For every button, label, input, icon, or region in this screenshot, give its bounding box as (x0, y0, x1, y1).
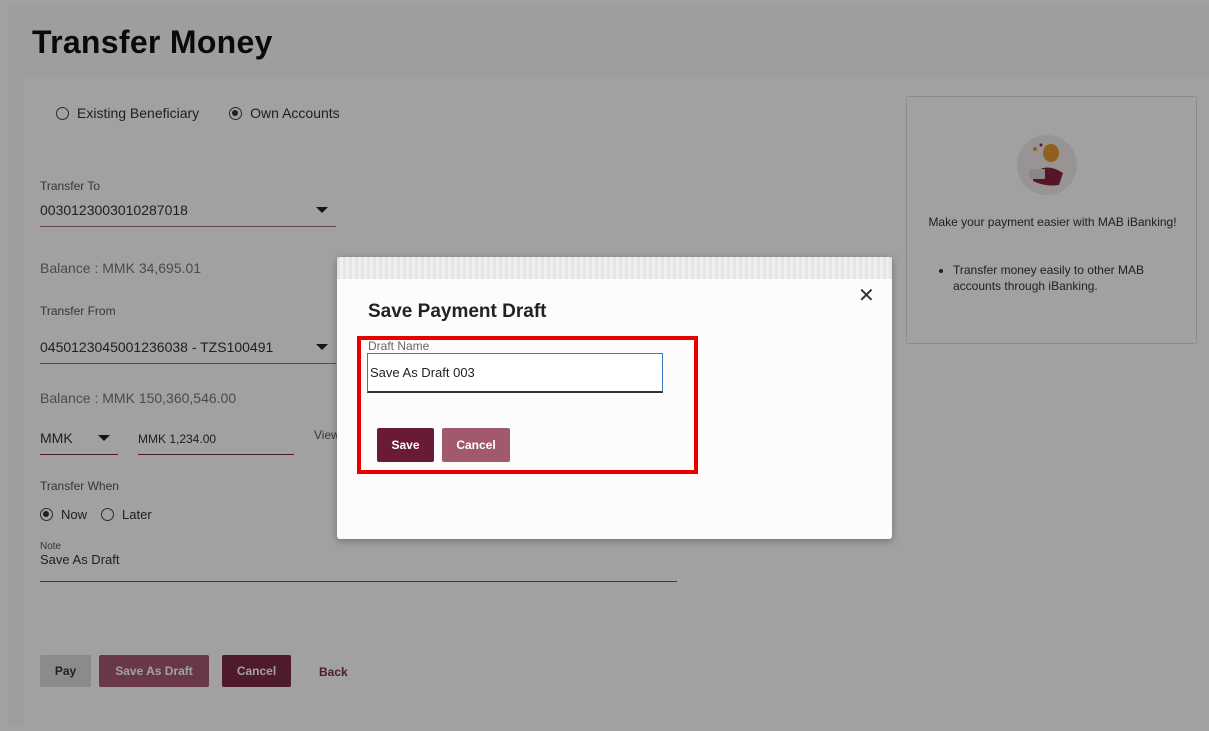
cancel-button[interactable]: Cancel (442, 428, 510, 462)
close-icon[interactable]: ✕ (858, 283, 875, 308)
save-button[interactable]: Save (377, 428, 434, 462)
dialog-header-strip (337, 257, 892, 279)
draft-name-label: Draft Name (368, 339, 430, 353)
dialog-title: Save Payment Draft (368, 301, 547, 322)
save-payment-draft-dialog: Save Payment Draft ✕ Draft Name Save Can… (337, 257, 892, 539)
draft-name-input[interactable] (367, 353, 663, 393)
